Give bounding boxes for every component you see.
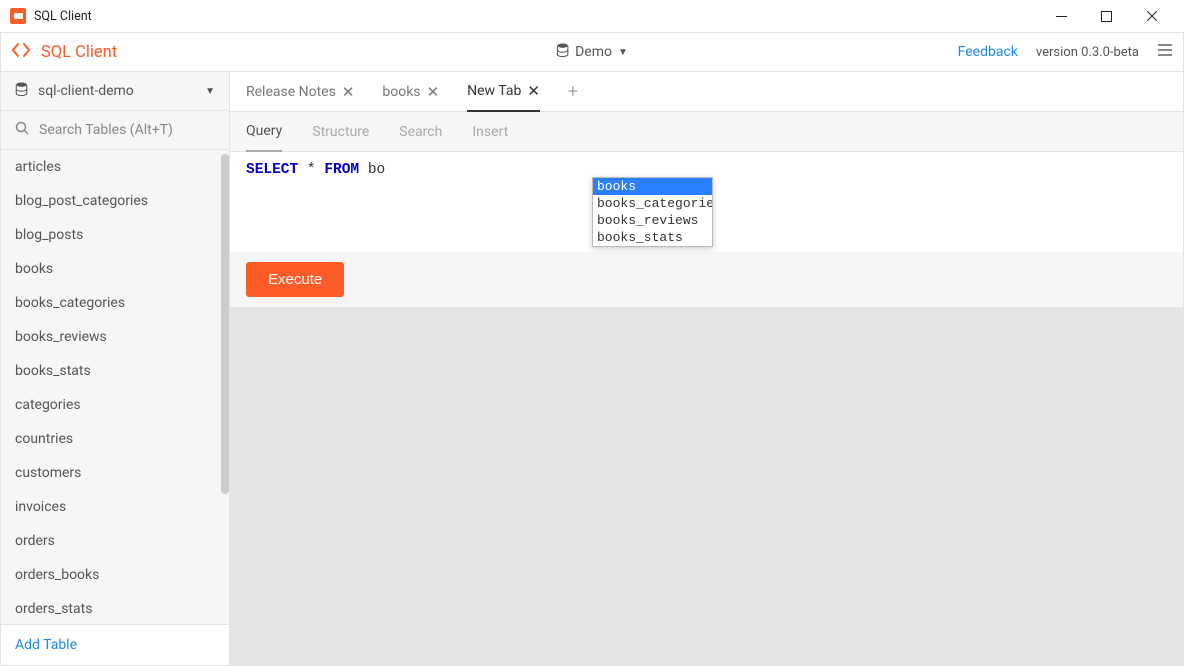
- subtab-insert[interactable]: Insert: [472, 112, 508, 152]
- autocomplete-popup[interactable]: booksbooks_categoriesbooks_reviewsbooks_…: [592, 177, 713, 247]
- sidebar: sql-client-demo ▼ Search Tables (Alt+T) …: [1, 72, 230, 665]
- tab-label: Release Notes: [246, 84, 336, 100]
- window-maximize-button[interactable]: [1084, 0, 1129, 32]
- database-selector[interactable]: Demo ▼: [556, 43, 628, 61]
- menu-button[interactable]: [1157, 43, 1173, 61]
- tab[interactable]: New Tab ✕: [467, 72, 540, 112]
- table-item[interactable]: invoices: [1, 490, 229, 524]
- close-icon[interactable]: ✕: [342, 83, 355, 101]
- database-icon: [556, 43, 569, 61]
- search-icon: [15, 121, 29, 139]
- add-table-button[interactable]: Add Table: [1, 624, 229, 665]
- version-label: version 0.3.0-beta: [1036, 45, 1139, 60]
- table-item[interactable]: books: [1, 252, 229, 286]
- caret-down-icon: ▼: [205, 86, 215, 97]
- close-icon[interactable]: ✕: [527, 82, 540, 100]
- sql-star: *: [298, 162, 324, 178]
- code-icon: [11, 42, 31, 63]
- search-placeholder: Search Tables (Alt+T): [39, 122, 173, 138]
- connection-name: sql-client-demo: [38, 83, 134, 99]
- sql-keyword-select: SELECT: [246, 162, 298, 178]
- close-icon[interactable]: ✕: [427, 83, 440, 101]
- tables-list[interactable]: articlesblog_post_categoriesblog_postsbo…: [1, 150, 229, 624]
- scrollbar[interactable]: [221, 154, 229, 494]
- tabs-row: Release Notes ✕ books ✕ New Tab ✕ +: [230, 72, 1183, 112]
- table-item[interactable]: blog_post_categories: [1, 184, 229, 218]
- table-item[interactable]: categories: [1, 388, 229, 422]
- table-item[interactable]: books_categories: [1, 286, 229, 320]
- table-item[interactable]: articles: [1, 150, 229, 184]
- results-area: [230, 307, 1183, 665]
- topbar: SQL Client Demo ▼ Feedback version 0.3.0…: [0, 32, 1184, 72]
- autocomplete-item[interactable]: books_reviews: [593, 212, 712, 229]
- database-name: Demo: [575, 44, 612, 60]
- autocomplete-item[interactable]: books: [593, 178, 712, 195]
- table-item[interactable]: countries: [1, 422, 229, 456]
- execute-button[interactable]: Execute: [246, 262, 344, 297]
- table-item[interactable]: customers: [1, 456, 229, 490]
- window-titlebar: SQL Client: [0, 0, 1184, 32]
- execute-row: Execute: [230, 252, 1183, 307]
- table-item[interactable]: books_reviews: [1, 320, 229, 354]
- brand[interactable]: SQL Client: [11, 42, 117, 63]
- tab[interactable]: Release Notes ✕: [246, 72, 354, 112]
- content-area: Release Notes ✕ books ✕ New Tab ✕ + Query Struc…: [230, 72, 1183, 665]
- brand-name: SQL Client: [41, 43, 117, 62]
- table-item[interactable]: orders_stats: [1, 592, 229, 624]
- window-close-button[interactable]: [1129, 0, 1174, 32]
- database-icon: [15, 82, 28, 100]
- autocomplete-item[interactable]: books_categories: [593, 195, 712, 212]
- subtab-search[interactable]: Search: [399, 112, 442, 152]
- sql-keyword-from: FROM: [324, 162, 359, 178]
- caret-down-icon: ▼: [618, 47, 628, 58]
- tab-label: books: [382, 84, 420, 100]
- search-tables[interactable]: Search Tables (Alt+T): [1, 111, 229, 150]
- autocomplete-item[interactable]: books_stats: [593, 229, 712, 246]
- sql-editor[interactable]: SELECT * FROM bo booksbooks_categoriesbo…: [230, 152, 1183, 252]
- subtab-structure[interactable]: Structure: [312, 112, 369, 152]
- new-tab-button[interactable]: +: [568, 81, 578, 102]
- table-item[interactable]: orders: [1, 524, 229, 558]
- table-item[interactable]: blog_posts: [1, 218, 229, 252]
- tab[interactable]: books ✕: [382, 72, 439, 112]
- feedback-link[interactable]: Feedback: [958, 44, 1018, 60]
- tab-label: New Tab: [467, 83, 521, 99]
- connection-selector[interactable]: sql-client-demo ▼: [1, 72, 229, 111]
- sql-typed: bo: [359, 162, 385, 178]
- app-icon: [10, 8, 26, 24]
- window-minimize-button[interactable]: [1039, 0, 1084, 32]
- window-title: SQL Client: [34, 9, 92, 24]
- table-item[interactable]: books_stats: [1, 354, 229, 388]
- subtab-query[interactable]: Query: [246, 112, 282, 152]
- table-item[interactable]: orders_books: [1, 558, 229, 592]
- subtabs-row: Query Structure Search Insert: [230, 112, 1183, 152]
